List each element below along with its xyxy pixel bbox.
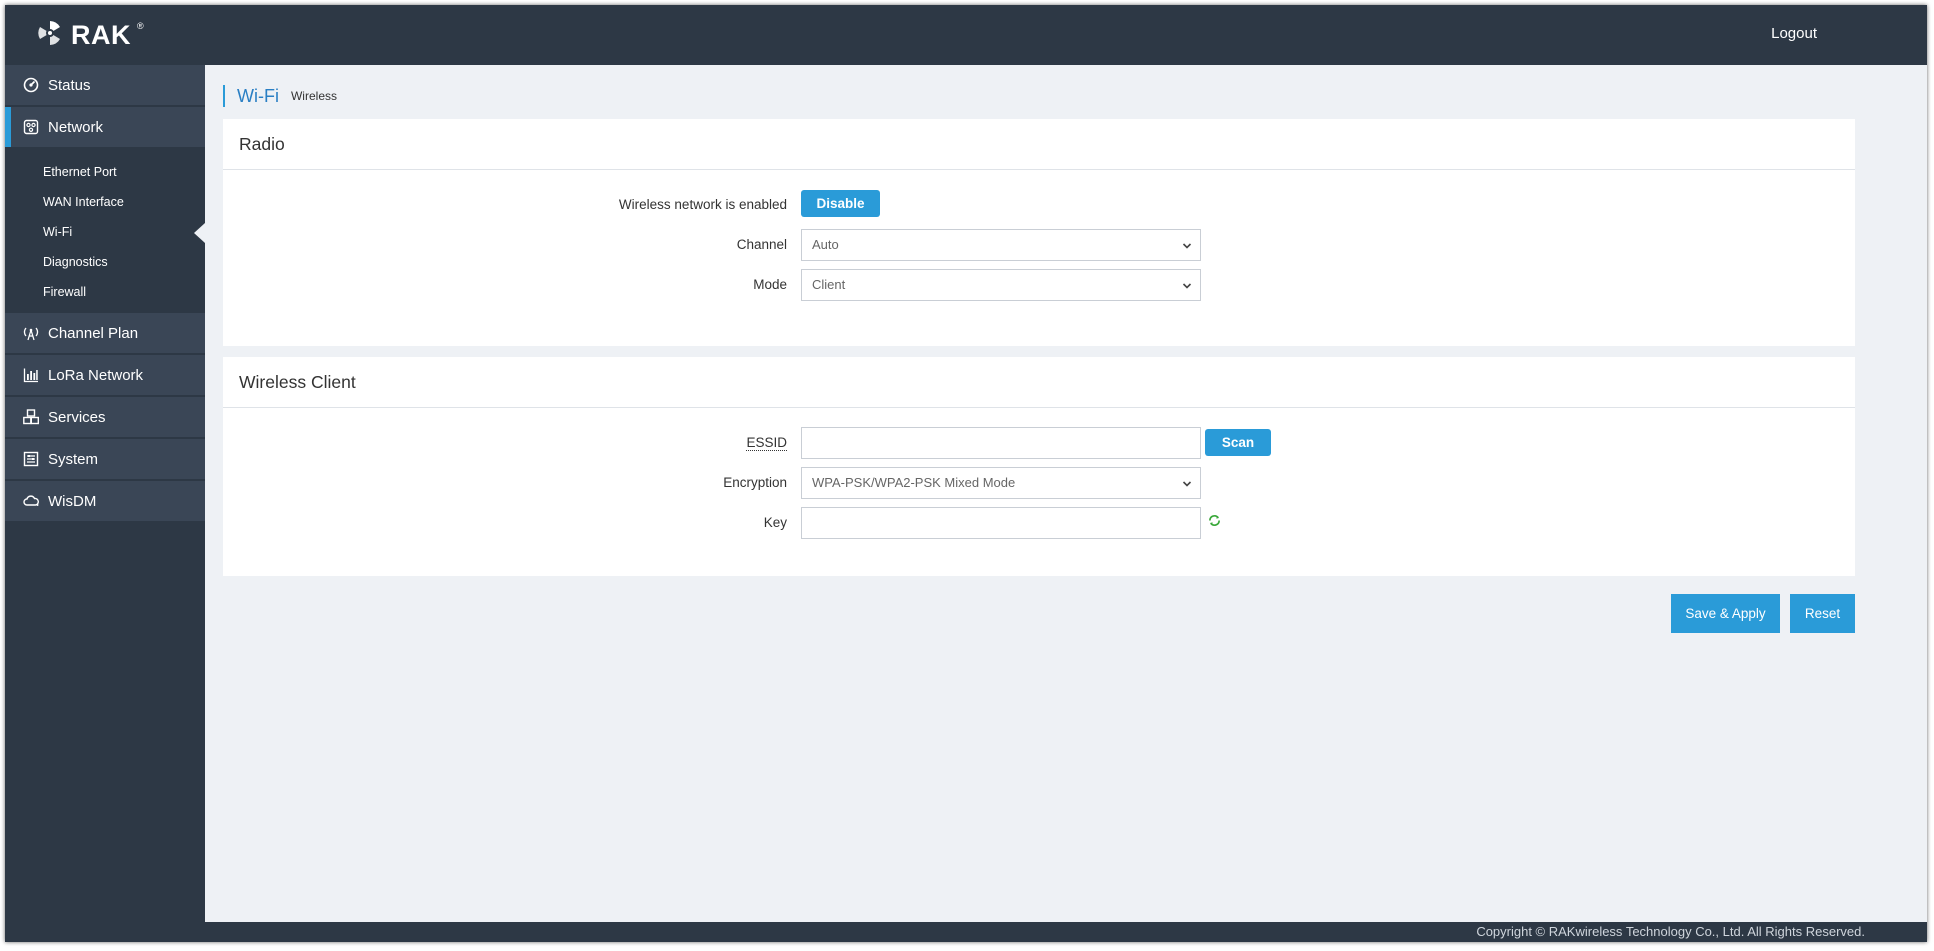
network-submenu: Ethernet Port WAN Interface Wi-Fi Diagno… [5,149,205,313]
mode-select[interactable]: Client [801,269,1201,301]
cloud-icon [23,493,39,509]
sidebar-item-label: LoRa Network [48,366,144,384]
key-control [801,507,1221,539]
footer-copyright: Copyright © RAKwireless Technology Co., … [5,922,1927,942]
encryption-row: Encryption WPA-PSK/WPA2-PSK Mixed Mode [223,467,1855,499]
logout-link[interactable]: Logout [1771,25,1817,42]
sidebar-item-channel-plan[interactable]: Channel Plan [5,313,205,355]
essid-control: Scan [801,427,1271,459]
logo-fan-icon [35,18,65,53]
channel-row: Channel Auto [223,229,1855,261]
reveal-toggle-icon[interactable] [1208,514,1221,532]
gauge-icon [23,77,39,93]
key-input[interactable] [801,507,1201,539]
brand-name: RAK [71,19,131,50]
subnav-ethernet-port[interactable]: Ethernet Port [5,157,205,187]
chevron-down-icon [1182,243,1192,249]
sidebar-item-label: Network [48,118,104,136]
subnav-firewall[interactable]: Firewall [5,277,205,307]
mode-label: Mode [753,277,787,292]
radio-panel-heading: Radio [223,119,1855,170]
page-subtitle: Wireless [290,89,337,103]
sidebar-item-label: Services [48,408,106,426]
cubes-icon [23,409,39,425]
essid-input[interactable] [801,427,1201,459]
antenna-icon [23,325,39,341]
sidebar: Status Network Ethernet Port WAN Interfa… [5,65,205,922]
essid-label: ESSID [746,427,787,459]
sidebar-item-label: Status [48,76,91,94]
page-title: Wi-Fi [237,85,279,106]
key-row: Key [223,507,1855,539]
top-header: RAK ® Logout [5,5,1927,65]
subnav-wifi[interactable]: Wi-Fi [5,217,205,247]
bar-chart-icon [23,367,39,383]
encryption-select[interactable]: WPA-PSK/WPA2-PSK Mixed Mode [801,467,1201,499]
encryption-control: WPA-PSK/WPA2-PSK Mixed Mode [801,467,1201,499]
encryption-select-value: WPA-PSK/WPA2-PSK Mixed Mode [812,475,1016,490]
chevron-down-icon [1182,283,1192,289]
channel-select-value: Auto [812,237,839,252]
system-icon [23,451,39,467]
radio-status-control: Disable [801,189,880,217]
mode-row: Mode Client [223,269,1855,301]
app-frame: RAK ® Logout Status Network Ethernet Por… [5,5,1927,942]
essid-row: ESSID Scan [223,427,1855,459]
chevron-down-icon [1182,481,1192,487]
sidebar-item-services[interactable]: Services [5,397,205,439]
sidebar-item-label: Channel Plan [48,324,139,342]
network-icon [23,119,39,135]
breadcrumb: Wi-Fi Wireless [223,85,337,107]
subnav-wan-interface[interactable]: WAN Interface [5,187,205,217]
save-apply-button[interactable]: Save & Apply [1671,594,1780,633]
scan-button[interactable]: Scan [1205,429,1271,456]
key-label: Key [763,515,787,530]
sidebar-item-label: WisDM [48,492,97,510]
sidebar-item-wisdm[interactable]: WisDM [5,481,205,523]
reset-button[interactable]: Reset [1790,594,1855,633]
sidebar-item-system[interactable]: System [5,439,205,481]
radio-panel: Radio Wireless network is enabled Disabl… [223,119,1855,346]
radio-status-label: Wireless network is enabled [618,197,787,212]
disable-button[interactable]: Disable [801,190,880,217]
channel-control: Auto [801,229,1201,261]
radio-status-row: Wireless network is enabled Disable [223,189,1855,221]
sidebar-item-label: System [48,450,99,468]
sidebar-item-network[interactable]: Network [5,107,205,149]
subnav-diagnostics[interactable]: Diagnostics [5,247,205,277]
sidebar-item-lora-network[interactable]: LoRa Network [5,355,205,397]
essid-label-text: ESSID [746,435,787,451]
sidebar-item-status[interactable]: Status [5,65,205,107]
mode-select-value: Client [812,277,846,292]
channel-select[interactable]: Auto [801,229,1201,261]
channel-label: Channel [736,237,787,252]
brand-registered-mark: ® [137,21,144,31]
wireless-client-panel: Wireless Client ESSID Scan Encryption WP… [223,357,1855,576]
encryption-label: Encryption [723,475,787,490]
wireless-client-heading: Wireless Client [223,357,1855,408]
rak-logo[interactable]: RAK ® [35,17,144,53]
mode-control: Client [801,269,1201,301]
